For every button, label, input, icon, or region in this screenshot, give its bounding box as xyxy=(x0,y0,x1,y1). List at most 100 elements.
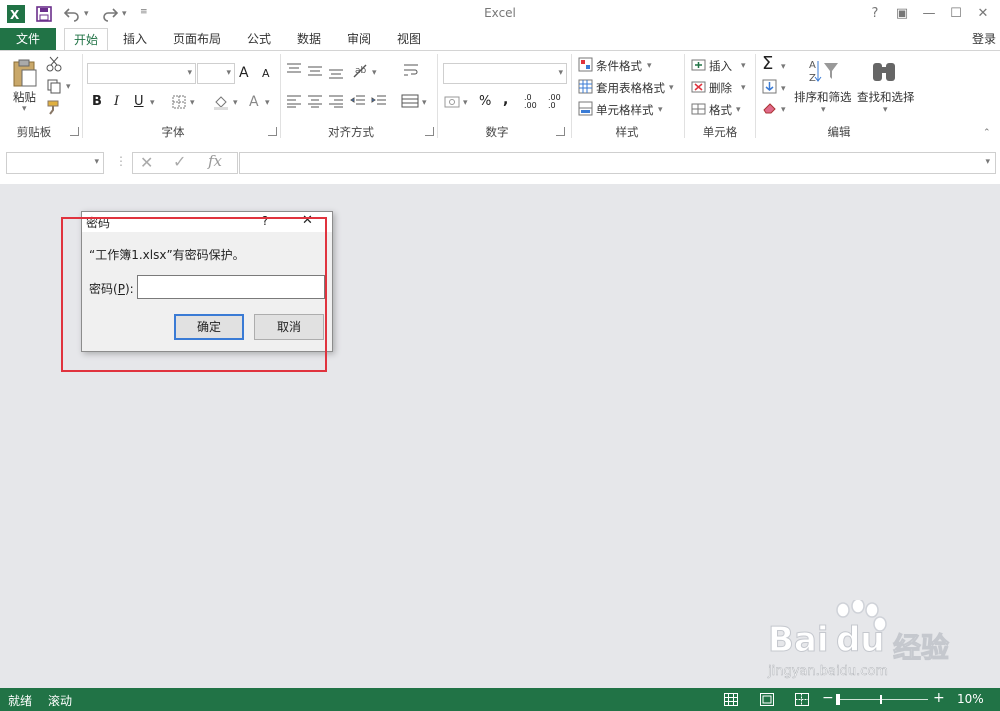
tab-home[interactable]: 开始 xyxy=(64,28,108,51)
fill-color-dropdown-icon[interactable]: ▾ xyxy=(233,98,238,108)
zoom-out-button[interactable]: − xyxy=(822,690,834,706)
name-box-dropdown-icon[interactable]: ▾ xyxy=(94,157,99,167)
align-bottom-icon[interactable] xyxy=(328,66,344,83)
close-button[interactable]: ✕ xyxy=(970,3,996,25)
alignment-launcher-icon[interactable] xyxy=(425,127,434,136)
merge-center-icon[interactable] xyxy=(401,94,419,111)
fill-icon[interactable] xyxy=(762,79,777,97)
expand-formula-bar-icon[interactable]: ▾ xyxy=(985,157,990,167)
cut-icon[interactable] xyxy=(46,56,62,75)
zoom-in-button[interactable]: + xyxy=(933,690,945,706)
ribbon-display-button[interactable]: ▣ xyxy=(889,3,915,25)
zoom-level[interactable]: 10% xyxy=(957,692,984,706)
font-size-combo[interactable]: ▾ xyxy=(197,63,235,84)
login-link[interactable]: 登录 xyxy=(968,28,1000,50)
orientation-dropdown-icon[interactable]: ▾ xyxy=(372,68,377,78)
help-button[interactable]: ? xyxy=(862,3,888,25)
accounting-format-icon[interactable] xyxy=(444,94,462,113)
underline-button[interactable]: U xyxy=(134,94,144,109)
clear-icon[interactable] xyxy=(762,101,778,118)
page-layout-view-icon[interactable] xyxy=(760,693,774,709)
paste-dropdown-icon[interactable]: ▾ xyxy=(22,104,27,114)
clear-dropdown-icon[interactable]: ▾ xyxy=(781,105,786,115)
copy-dropdown-icon[interactable]: ▾ xyxy=(66,82,71,92)
page-break-view-icon[interactable] xyxy=(795,693,809,709)
find-select-icon[interactable] xyxy=(870,57,898,88)
collapse-ribbon-icon[interactable]: ⌃ xyxy=(983,128,991,138)
insert-cells-label[interactable]: 插入 xyxy=(709,58,732,74)
format-as-table-label[interactable]: 套用表格格式 xyxy=(596,80,665,96)
conditional-formatting-label[interactable]: 条件格式 xyxy=(596,58,642,74)
sort-filter-icon[interactable]: AZ xyxy=(808,57,840,88)
decrease-decimal-button[interactable]: .00.0 xyxy=(548,94,561,110)
formula-input[interactable]: ▾ xyxy=(239,152,996,174)
bold-button[interactable]: B xyxy=(92,94,102,109)
tab-insert[interactable]: 插入 xyxy=(114,28,156,50)
increase-decimal-button[interactable]: .0.00 xyxy=(524,94,537,110)
decrease-indent-icon[interactable] xyxy=(350,94,366,111)
name-box[interactable]: ▾ xyxy=(6,152,104,174)
zoom-slider-thumb[interactable] xyxy=(836,694,840,705)
insert-cells-icon[interactable] xyxy=(691,57,706,75)
copy-icon[interactable] xyxy=(46,78,62,97)
zoom-slider-track[interactable] xyxy=(836,699,928,700)
accounting-dropdown-icon[interactable]: ▾ xyxy=(463,98,468,108)
align-middle-icon[interactable] xyxy=(307,64,323,81)
italic-button[interactable]: I xyxy=(114,94,119,109)
number-format-combo[interactable]: ▾ xyxy=(443,63,567,84)
insert-function-button[interactable]: fx xyxy=(208,152,222,170)
cancel-formula-icon[interactable]: ✕ xyxy=(140,153,153,172)
fill-color-icon[interactable] xyxy=(213,94,229,113)
align-left-icon[interactable] xyxy=(286,94,302,111)
format-table-dropdown-icon[interactable]: ▾ xyxy=(669,83,674,93)
autosum-icon[interactable]: Σ xyxy=(762,55,773,73)
conditional-formatting-icon[interactable] xyxy=(578,57,593,75)
align-center-icon[interactable] xyxy=(307,94,323,111)
font-color-dropdown-icon[interactable]: ▾ xyxy=(265,98,270,108)
delete-cells-icon[interactable] xyxy=(691,79,706,97)
maximize-button[interactable]: ☐ xyxy=(943,3,969,25)
align-top-icon[interactable] xyxy=(286,62,302,79)
grow-font-button[interactable]: A xyxy=(239,65,249,81)
tab-formulas[interactable]: 公式 xyxy=(238,28,280,50)
normal-view-icon[interactable] xyxy=(724,693,738,709)
insert-cells-dropdown-icon[interactable]: ▾ xyxy=(741,61,746,71)
tab-page-layout[interactable]: 页面布局 xyxy=(166,28,228,50)
autosum-dropdown-icon[interactable]: ▾ xyxy=(781,62,786,72)
delete-cells-dropdown-icon[interactable]: ▾ xyxy=(741,83,746,93)
comma-style-button[interactable]: , xyxy=(503,92,508,108)
find-select-dropdown-icon[interactable]: ▾ xyxy=(883,105,888,115)
format-painter-icon[interactable] xyxy=(46,99,62,118)
enter-formula-icon[interactable]: ✓ xyxy=(173,152,186,171)
fill-dropdown-icon[interactable]: ▾ xyxy=(781,84,786,94)
increase-indent-icon[interactable] xyxy=(371,94,387,111)
align-right-icon[interactable] xyxy=(328,94,344,111)
font-color-button[interactable]: A xyxy=(249,94,259,110)
cell-styles-icon[interactable] xyxy=(578,101,593,119)
cell-styles-dropdown-icon[interactable]: ▾ xyxy=(658,105,663,115)
sort-filter-dropdown-icon[interactable]: ▾ xyxy=(821,105,826,115)
tab-file[interactable]: 文件 xyxy=(0,28,56,50)
format-cells-label[interactable]: 格式 xyxy=(709,102,732,118)
border-icon[interactable] xyxy=(172,95,186,112)
clipboard-launcher-icon[interactable] xyxy=(70,127,79,136)
format-cells-dropdown-icon[interactable]: ▾ xyxy=(736,105,741,115)
cell-styles-label[interactable]: 单元格样式 xyxy=(596,102,654,118)
paste-button[interactable] xyxy=(10,58,40,91)
tab-review[interactable]: 审阅 xyxy=(338,28,380,50)
find-select-label[interactable]: 查找和选择 xyxy=(857,89,915,105)
orientation-icon[interactable]: ab xyxy=(352,63,370,82)
border-dropdown-icon[interactable]: ▾ xyxy=(190,98,195,108)
format-as-table-icon[interactable] xyxy=(578,79,593,97)
sort-filter-label[interactable]: 排序和筛选 xyxy=(794,89,852,105)
minimize-button[interactable]: — xyxy=(916,3,942,25)
tab-data[interactable]: 数据 xyxy=(288,28,330,50)
number-launcher-icon[interactable] xyxy=(556,127,565,136)
underline-dropdown-icon[interactable]: ▾ xyxy=(150,98,155,108)
font-name-combo[interactable]: ▾ xyxy=(87,63,196,84)
wrap-text-icon[interactable] xyxy=(403,62,419,81)
font-launcher-icon[interactable] xyxy=(268,127,277,136)
percent-style-button[interactable]: % xyxy=(479,94,491,109)
conditional-dropdown-icon[interactable]: ▾ xyxy=(647,61,652,71)
tab-view[interactable]: 视图 xyxy=(388,28,430,50)
